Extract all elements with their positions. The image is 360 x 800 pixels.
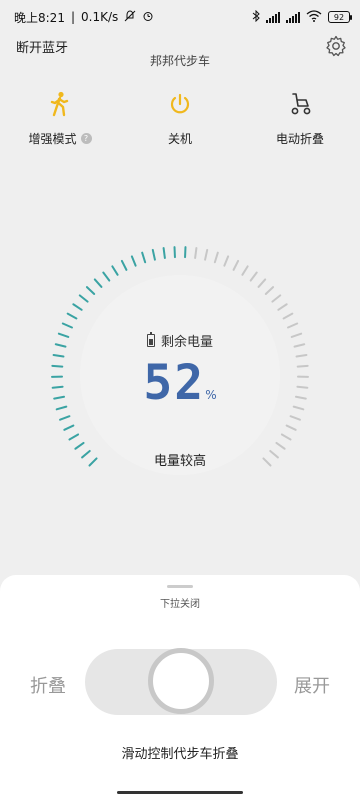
remaining-battery-label: 剩余电量 bbox=[160, 335, 213, 350]
network-speed: 0.1K/s bbox=[81, 10, 119, 24]
fold-slider-knob[interactable] bbox=[148, 648, 214, 714]
electric-fold-label: 电动折叠 bbox=[275, 132, 324, 146]
unfold-label: 展开 bbox=[294, 676, 330, 697]
boost-mode-label: 增强模式 bbox=[28, 132, 77, 146]
mute-icon bbox=[124, 9, 136, 25]
wifi-icon bbox=[306, 9, 322, 25]
scooter-icon bbox=[291, 93, 311, 115]
signal-icon bbox=[266, 11, 280, 23]
slide-hint: 滑动控制代步车折叠 bbox=[121, 747, 239, 762]
walker-icon bbox=[50, 91, 69, 117]
battery-gauge: 剩余电量 52% 电量较高 bbox=[50, 245, 310, 505]
battery-level-icon bbox=[146, 332, 155, 347]
quick-actions: 增强模式 ? 关机 电动折叠 bbox=[0, 90, 360, 160]
signal-icon-2 bbox=[286, 11, 300, 23]
status-separator: | bbox=[70, 10, 75, 24]
bluetooth-icon bbox=[252, 9, 260, 25]
battery-percentage: 52% bbox=[50, 355, 310, 411]
power-icon bbox=[170, 93, 190, 114]
settings-button[interactable] bbox=[324, 34, 348, 58]
battery-status: 电量较高 bbox=[153, 454, 206, 469]
status-bar: 晚上8:21 | 0.1K/s 92 bbox=[0, 0, 360, 34]
pull-to-close-hint: 下拉关闭 bbox=[160, 599, 200, 610]
battery-value: 52 bbox=[143, 355, 206, 411]
fold-control-sheet: 下拉关闭 折叠 展开 滑动控制代步车折叠 bbox=[0, 575, 360, 800]
battery-unit: % bbox=[205, 388, 217, 402]
home-indicator[interactable] bbox=[117, 791, 243, 794]
help-icon[interactable]: ? bbox=[80, 133, 92, 144]
app-header: 断开蓝牙 邦邦代步车 bbox=[0, 34, 360, 74]
alarm-icon bbox=[142, 10, 154, 25]
remaining-battery-title: 剩余电量 bbox=[50, 331, 310, 350]
battery-icon: 92 bbox=[328, 11, 352, 23]
sheet-handle[interactable] bbox=[167, 585, 193, 588]
fold-label: 折叠 bbox=[30, 676, 66, 697]
power-off-label: 关机 bbox=[167, 132, 192, 146]
page-title: 邦邦代步车 bbox=[149, 54, 210, 68]
electric-fold-action[interactable]: 电动折叠 bbox=[245, 90, 355, 160]
gear-icon bbox=[326, 35, 346, 57]
boost-mode-action[interactable]: 增强模式 ? bbox=[5, 90, 115, 160]
status-time: 晚上8:21 bbox=[14, 10, 65, 25]
power-off-action[interactable]: 关机 bbox=[125, 90, 235, 160]
